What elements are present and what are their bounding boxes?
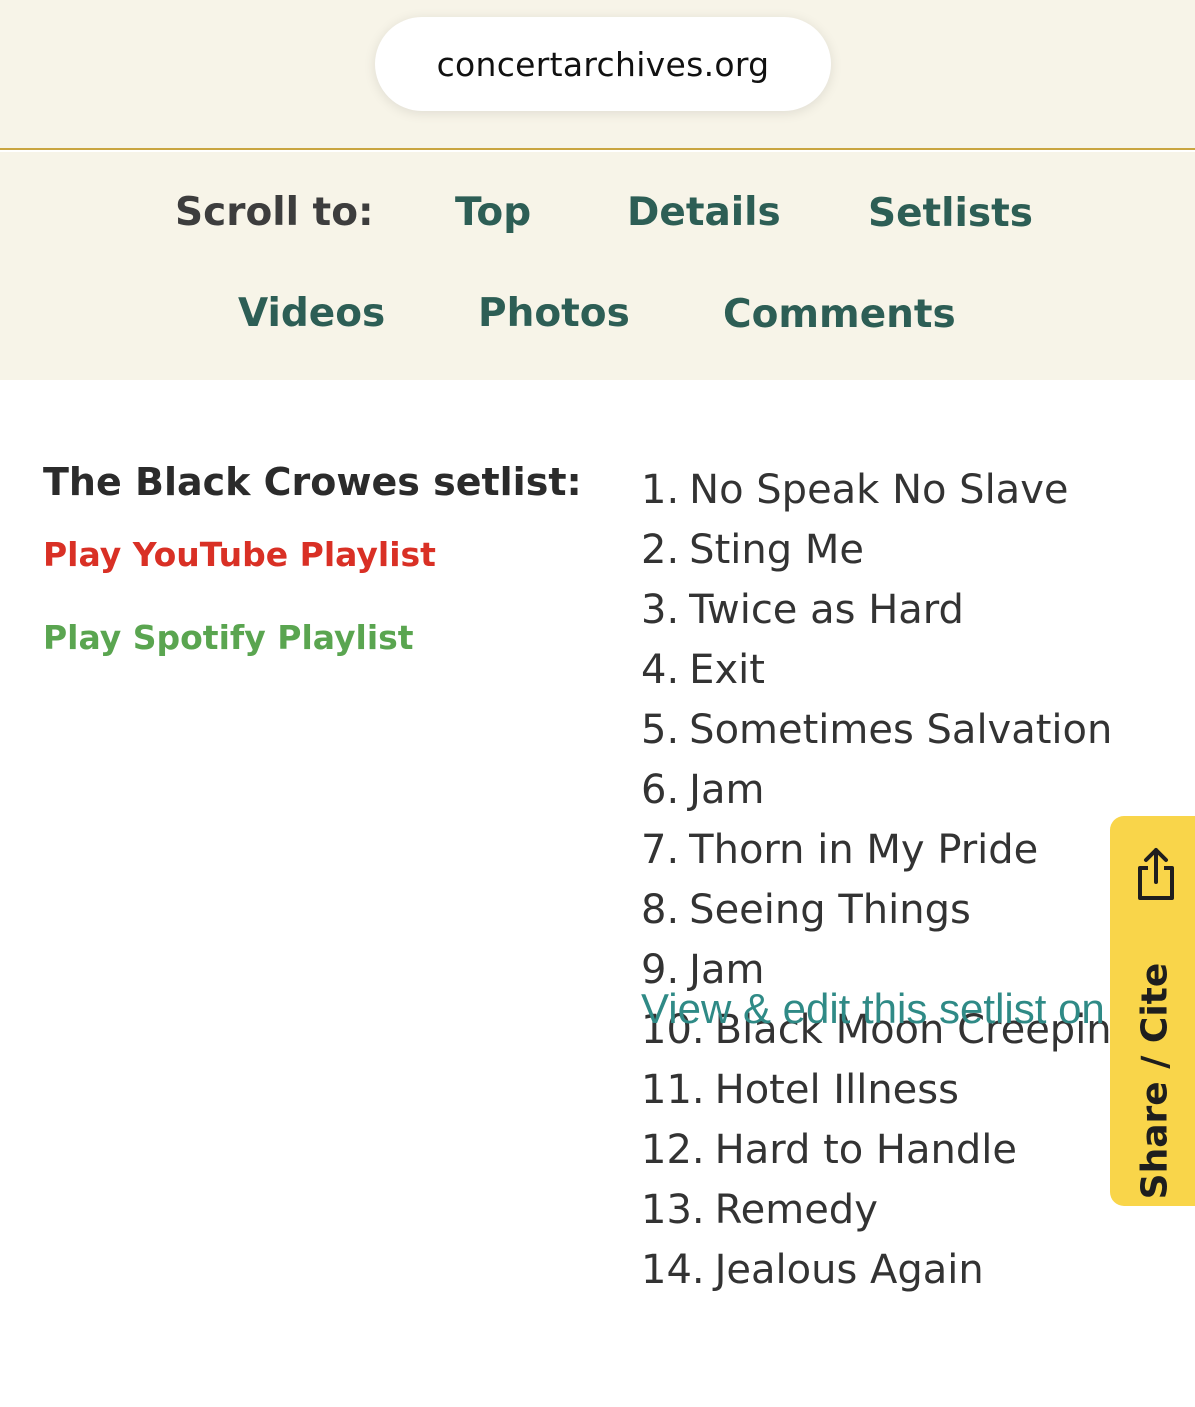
list-item: 7. Thorn in My Pride: [641, 827, 1039, 873]
view-edit-setlist-link[interactable]: View & edit this setlist on: [641, 985, 1105, 1033]
list-item: 5. Sometimes Salvation: [641, 707, 1113, 753]
scroll-to-details-link[interactable]: Details: [627, 190, 781, 235]
scroll-to-videos-link[interactable]: Videos: [238, 291, 385, 336]
share-cite-label: Share / Cite: [1134, 962, 1176, 1200]
share-icon: [1138, 848, 1174, 900]
scroll-to-photos-link[interactable]: Photos: [478, 291, 630, 336]
scroll-to-top-link[interactable]: Top: [455, 190, 531, 235]
list-item: 2. Sting Me: [641, 527, 864, 573]
play-youtube-playlist-link[interactable]: Play YouTube Playlist: [43, 535, 436, 574]
list-item: 6. Jam: [641, 767, 765, 813]
scroll-to-setlists-link[interactable]: Setlists: [868, 191, 1033, 236]
scroll-to-nav: Scroll to: Top Details Setlists Videos P…: [0, 152, 1195, 380]
url-text: concertarchives.org: [436, 44, 770, 84]
setlist-songs: 1. No Speak No Slave 2. Sting Me 3. Twice a…: [641, 460, 1141, 1300]
list-item: 13. Remedy: [641, 1187, 878, 1233]
list-item: 11. Hotel Illness: [641, 1067, 959, 1113]
play-spotify-playlist-link[interactable]: Play Spotify Playlist: [43, 618, 414, 657]
scroll-to-comments-link[interactable]: Comments: [723, 292, 956, 337]
list-item: 14. Jealous Again: [641, 1247, 984, 1293]
setlist-section: The Black Crowes setlist: Play YouTube P…: [0, 380, 1195, 1407]
url-field[interactable]: concertarchives.org: [375, 17, 831, 111]
list-item: 12. Hard to Handle: [641, 1127, 1017, 1173]
list-item: 1. No Speak No Slave: [641, 467, 1069, 513]
browser-address-bar: concertarchives.org: [0, 0, 1195, 150]
list-item: 3. Twice as Hard: [641, 587, 964, 633]
share-cite-button[interactable]: Share / Cite: [1110, 816, 1195, 1206]
list-item: 8. Seeing Things: [641, 887, 971, 933]
scroll-to-label: Scroll to:: [175, 190, 374, 235]
setlist-heading: The Black Crowes setlist:: [43, 460, 582, 504]
list-item: 4. Exit: [641, 647, 765, 693]
